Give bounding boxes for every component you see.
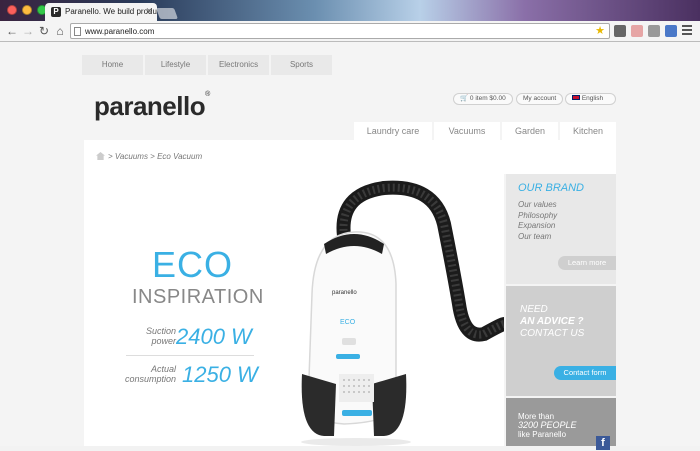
fans-line3: like Paranello <box>518 430 567 439</box>
browser-toolbar: ← → ↻ ⌂ www.paranello.com ★ <box>0 21 700 42</box>
advice-line2: AN ADVICE ? <box>520 316 584 327</box>
category-garden[interactable]: Garden <box>502 122 558 140</box>
contact-form-button[interactable]: Contact form <box>554 366 616 380</box>
bookmark-star-icon[interactable]: ★ <box>595 24 605 37</box>
hero-inspiration: INSPIRATION <box>132 286 264 308</box>
cart-summary: 0 item $0.00 <box>469 95 506 102</box>
uk-flag-icon <box>572 95 580 100</box>
reload-icon[interactable]: ↻ <box>37 24 51 38</box>
facebook-fans-panel: More than 3200 PEOPLE like Paranello f <box>506 398 616 450</box>
facebook-icon[interactable]: f <box>596 436 610 450</box>
breadcrumb-path[interactable]: > Vacuums > Eco Vacuum <box>108 152 202 161</box>
category-kitchen[interactable]: Kitchen <box>560 122 616 140</box>
browser-menu-icon[interactable] <box>682 25 692 37</box>
home-icon[interactable]: ⌂ <box>53 24 67 38</box>
brand-link-philosophy[interactable]: Philosophy <box>518 211 557 222</box>
extension-icon-4[interactable] <box>665 25 677 37</box>
product-brand-text: paranello <box>332 290 357 296</box>
window-titlebar: P Paranello. We build produ ✕ <box>0 0 700 21</box>
consumption-label-line1: Actual <box>150 364 176 374</box>
address-bar[interactable]: www.paranello.com ★ <box>70 23 610 39</box>
consumption-label: Actual consumption <box>121 364 176 384</box>
suction-label-line1: Suction <box>145 326 176 336</box>
hero-eco: ECO <box>152 244 234 285</box>
registered-mark: ® <box>205 91 210 98</box>
cart-button[interactable]: 🛒 0 item $0.00 <box>453 93 513 105</box>
our-brand-title: OUR BRAND <box>518 182 585 194</box>
tab-title: Paranello. We build produ <box>65 7 157 16</box>
my-account-button[interactable]: My account <box>516 93 564 105</box>
fans-text: More than 3200 PEOPLE like Paranello <box>518 412 577 439</box>
topnav-electronics[interactable]: Electronics <box>208 55 269 75</box>
hero-banner: ECO INSPIRATION Suction power 2400 W Act… <box>84 174 504 446</box>
home-icon[interactable] <box>96 152 105 160</box>
browser-tab[interactable]: P Paranello. We build produ ✕ <box>45 3 157 21</box>
product-eco-text: ECO <box>340 319 356 326</box>
our-brand-panel: OUR BRAND Our values Philosophy Expansio… <box>506 174 616 284</box>
learn-more-button[interactable]: Learn more <box>558 256 616 270</box>
logo-text: paranello <box>94 91 206 121</box>
category-vacuums[interactable]: Vacuums <box>434 122 500 140</box>
advice-text: NEED AN ADVICE ? CONTACT US <box>520 304 584 340</box>
extension-icon-3[interactable] <box>648 25 660 37</box>
favicon-icon: P <box>51 7 61 17</box>
window-controls <box>7 5 47 15</box>
url-text: www.paranello.com <box>85 27 155 36</box>
language-label: English <box>581 95 604 102</box>
consumption-value: 1250 W <box>182 362 258 387</box>
top-navigation: Home Lifestyle Electronics Sports <box>82 55 334 75</box>
cart-icon: 🛒 <box>460 95 469 102</box>
brand-link-expansion[interactable]: Expansion <box>518 221 557 232</box>
breadcrumb: > Vacuums > Eco Vacuum <box>96 152 202 161</box>
minimize-window-button[interactable] <box>22 5 32 15</box>
vacuum-cleaner-image: paranello ECO <box>301 180 504 446</box>
tab-close-icon[interactable]: ✕ <box>145 6 153 17</box>
consumption-label-line2: consumption <box>124 374 176 384</box>
close-window-button[interactable] <box>7 5 17 15</box>
fans-line2: 3200 PEOPLE <box>518 420 577 430</box>
category-laundry-care[interactable]: Laundry care <box>354 122 432 140</box>
page: Home Lifestyle Electronics Sports parane… <box>0 42 700 450</box>
brand-link-our-values[interactable]: Our values <box>518 200 557 211</box>
language-selector[interactable]: English <box>565 93 616 105</box>
advice-line3: CONTACT US <box>520 328 585 339</box>
brand-link-our-team[interactable]: Our team <box>518 232 557 243</box>
topnav-sports[interactable]: Sports <box>271 55 332 75</box>
breadcrumb-bar: > Vacuums > Eco Vacuum <box>84 140 616 174</box>
spec-divider <box>126 355 254 356</box>
advice-panel: NEED AN ADVICE ? CONTACT US Contact form <box>506 286 616 396</box>
account-label: My account <box>523 95 557 102</box>
suction-label-line2: power <box>151 336 176 346</box>
topnav-lifestyle[interactable]: Lifestyle <box>145 55 206 75</box>
new-tab-button[interactable] <box>155 8 179 19</box>
extension-icon-2[interactable] <box>631 25 643 37</box>
page-icon <box>74 27 81 36</box>
extension-icon-1[interactable] <box>614 25 626 37</box>
advice-line1: NEED <box>520 304 548 315</box>
back-icon[interactable]: ← <box>5 24 19 38</box>
site-logo[interactable]: paranello® <box>94 91 210 122</box>
suction-value: 2400 W <box>176 324 252 349</box>
forward-icon[interactable]: → <box>21 24 35 38</box>
suction-label: Suction power <box>121 326 176 346</box>
topnav-home[interactable]: Home <box>82 55 143 75</box>
brand-links: Our values Philosophy Expansion Our team <box>518 200 557 242</box>
